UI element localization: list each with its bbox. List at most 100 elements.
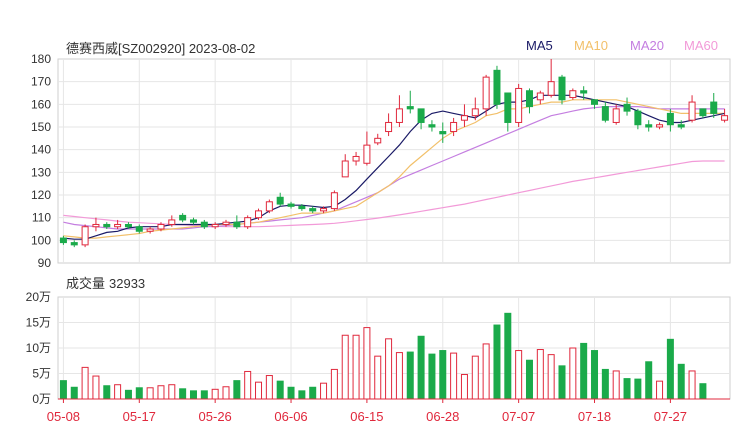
candle-body: [255, 210, 263, 219]
candle-body: [298, 205, 306, 210]
candle-body: [265, 201, 273, 212]
volume-bar: [656, 380, 664, 400]
date-axis: 05-08 05-17 05-26 06-06 06-15 06-28 07-07 07-18…: [47, 398, 730, 424]
volume-tick-label: 5万: [32, 367, 51, 381]
volume-bar: [103, 385, 111, 400]
candle: [309, 206, 317, 214]
volume-bar: [547, 354, 555, 400]
volume-bar: [460, 374, 468, 400]
price-tick-label: 130: [31, 165, 51, 179]
candle-body: [666, 112, 674, 126]
candle: [536, 90, 544, 105]
volume-bar: [81, 366, 89, 400]
legend-ma5-label: MA5: [526, 38, 553, 53]
volume-bar: [450, 352, 458, 400]
chart-title: 德赛西威[SZ002920] 2023-08-02: [66, 41, 256, 56]
volume-bar: [244, 370, 252, 400]
volume-bar: [189, 390, 197, 400]
candle: [612, 104, 620, 125]
volume-bar: [92, 375, 100, 400]
candle: [363, 131, 371, 166]
candle-body: [309, 208, 317, 212]
volume-bar: [200, 390, 208, 400]
volume-bar: [298, 390, 306, 400]
candle-body: [59, 237, 67, 244]
candle-body: [103, 223, 111, 228]
legend-ma5: MA5: [526, 38, 553, 53]
volume-bar: [211, 388, 219, 400]
candle-body: [363, 144, 371, 164]
candle: [417, 108, 425, 130]
candle-body: [244, 217, 252, 228]
volume-bar: [157, 385, 165, 400]
candle: [70, 240, 78, 248]
candle: [81, 224, 89, 248]
candle: [211, 222, 219, 229]
candle: [428, 120, 436, 132]
candle-body: [634, 110, 642, 126]
candle-body: [504, 92, 512, 123]
volume-bar: [493, 324, 501, 400]
candle-body: [439, 131, 447, 135]
candle: [200, 219, 208, 229]
candle-body: [460, 115, 468, 121]
date-tick-label: 07-18: [578, 409, 611, 424]
candle-body: [168, 219, 176, 225]
date-tick-label: 05-08: [47, 409, 80, 424]
candle: [623, 97, 631, 116]
volume-bar: [515, 350, 523, 400]
volume-bar: [439, 350, 447, 400]
volume-bar: [363, 327, 371, 400]
candle-body: [222, 221, 230, 225]
candle: [385, 113, 393, 137]
candle-body: [721, 115, 729, 121]
candle-body: [135, 226, 143, 232]
candle: [395, 95, 403, 127]
volume-bar: [265, 375, 273, 400]
candle: [341, 154, 349, 178]
date-tick-label: 05-26: [199, 409, 232, 424]
volume-bar: [580, 342, 588, 400]
candle: [710, 93, 718, 118]
volume-bar: [601, 368, 609, 400]
candle-body: [699, 108, 707, 117]
candle-body: [385, 121, 393, 133]
candle-body: [287, 203, 295, 207]
volume-bar: [374, 355, 382, 400]
volume-axis: 20万 15万 10万 5万 0万: [26, 290, 51, 406]
date-tick-label: 07-27: [654, 409, 687, 424]
volume-bar: [330, 368, 338, 400]
candle-body: [189, 219, 197, 223]
candle: [558, 74, 566, 105]
candle: [265, 199, 273, 214]
stock-chart: 180 170 160 150 140 130 120 110 100 90 20万 15万 10万 5…: [26, 52, 731, 424]
candle: [569, 88, 577, 100]
candle-body: [374, 137, 382, 144]
candle-body: [612, 108, 620, 123]
volume-bar: [471, 355, 479, 400]
candle: [146, 226, 154, 234]
candle-body: [580, 90, 588, 94]
candle-body: [124, 223, 132, 228]
legend-ma10-label: MA10: [574, 38, 608, 53]
candle-body: [558, 76, 566, 101]
legend-ma60-label: MA60: [684, 38, 718, 53]
candle: [721, 108, 729, 123]
volume-bar: [536, 349, 544, 400]
price-tick-label: 110: [32, 211, 51, 225]
volume-bar: [699, 383, 707, 400]
price-axis: 180 170 160 150 140 130 120 110 100 90: [31, 52, 51, 270]
candle-body: [406, 106, 414, 110]
candle-body: [341, 160, 349, 178]
price-tick-label: 140: [31, 143, 51, 157]
ma60-line: [63, 160, 725, 228]
volume-bar: [385, 338, 393, 400]
ma20-line: [63, 105, 725, 230]
candle: [634, 108, 642, 130]
candle: [666, 108, 674, 132]
volume-bar: [428, 353, 436, 400]
candle: [493, 65, 501, 109]
candle: [189, 217, 197, 225]
candle: [406, 90, 414, 114]
candle-body: [330, 192, 338, 210]
